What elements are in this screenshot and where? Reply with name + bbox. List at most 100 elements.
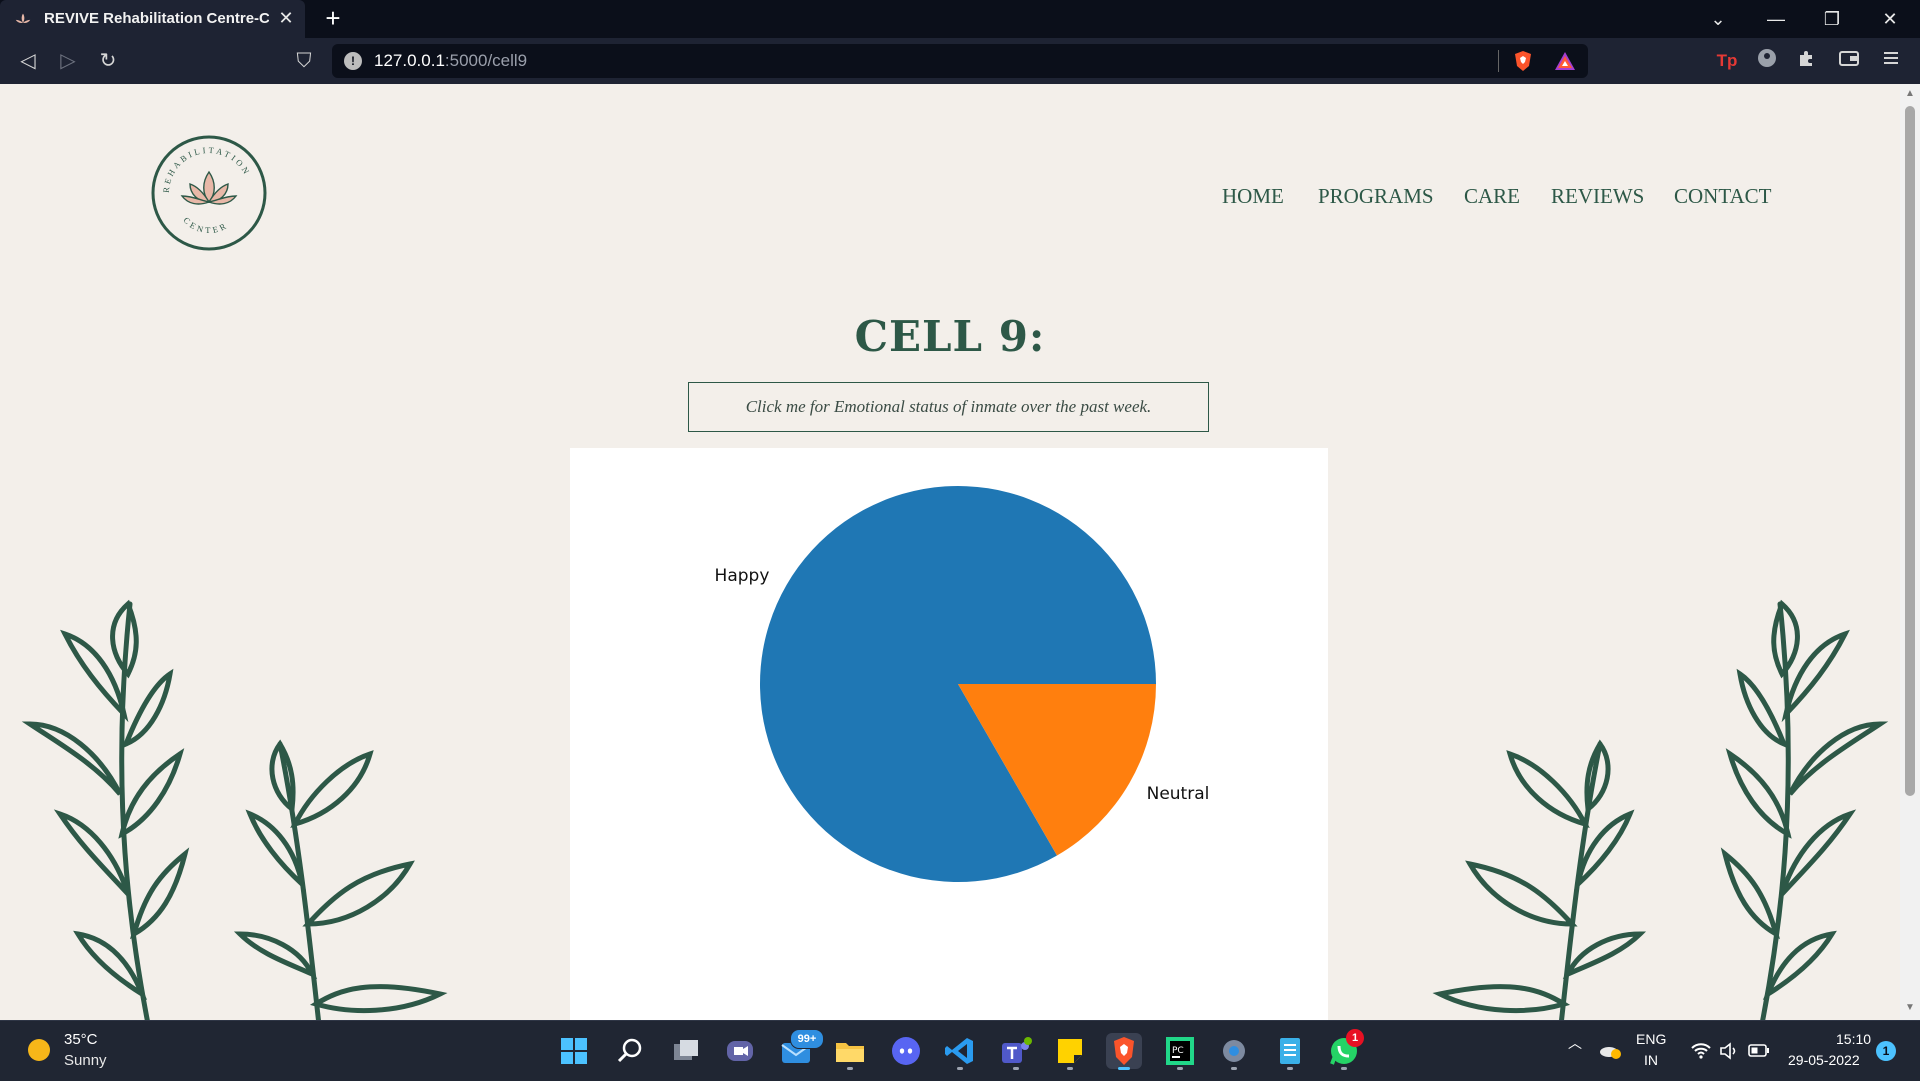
page-title: CELL 9: [854, 312, 1046, 361]
tab-title: REVIVE Rehabilitation Centre-CEL [44, 10, 269, 27]
search-button[interactable] [612, 1033, 648, 1069]
rehabilitation-center-logo[interactable]: REHABILITATION CENTER [150, 134, 268, 252]
back-icon[interactable]: ◁ [14, 48, 42, 74]
running-indicator [1067, 1067, 1073, 1070]
tab-search-icon[interactable]: ⌄ [1698, 6, 1738, 32]
sticky-notes-icon [1058, 1039, 1082, 1063]
nav-reviews[interactable]: REVIEWS [1551, 184, 1644, 209]
minimize-button[interactable]: — [1756, 6, 1796, 32]
clock-time[interactable]: 15:10 [1836, 1031, 1871, 1047]
page-scrollbar[interactable]: ▲ ▼ [1900, 84, 1920, 1020]
task-view-icon [674, 1040, 698, 1060]
teams-icon [1002, 1037, 1032, 1063]
close-window-button[interactable]: ✕ [1870, 6, 1910, 32]
running-indicator [1013, 1067, 1019, 1070]
teams-chat-button[interactable] [722, 1033, 758, 1069]
show-hidden-icons-chevron-icon[interactable]: ︿ [1568, 1033, 1582, 1053]
reload-icon[interactable]: ↻ [94, 48, 122, 74]
task-view-button[interactable] [668, 1033, 704, 1069]
pycharm-button[interactable]: PC [1162, 1033, 1198, 1070]
pie-label-happy: Happy [715, 566, 770, 586]
lotus-icon [180, 170, 238, 205]
weather-condition[interactable]: Sunny [64, 1052, 107, 1069]
teams-button[interactable] [998, 1033, 1034, 1070]
running-indicator [957, 1067, 963, 1070]
folder-icon [836, 1043, 864, 1062]
sun-weather-icon[interactable] [28, 1039, 50, 1061]
whatsapp-button[interactable]: 1 [1326, 1029, 1364, 1070]
running-indicator [1341, 1067, 1347, 1070]
clock-date[interactable]: 29-05-2022 [1788, 1052, 1860, 1068]
address-bar[interactable]: ! 127.0.0.1:5000/cell9 [332, 44, 1588, 78]
svg-text:CENTER: CENTER [181, 215, 230, 235]
notification-badge[interactable]: 1 [1876, 1041, 1896, 1061]
battery-icon[interactable] [1748, 1043, 1770, 1059]
pie-label-neutral: Neutral [1147, 784, 1210, 804]
vscode-icon [945, 1038, 973, 1064]
decorative-leaves-left [21, 599, 448, 1020]
nav-care[interactable]: CARE [1464, 184, 1520, 209]
brave-shields-icon[interactable] [1512, 50, 1534, 72]
discord-button[interactable] [888, 1033, 924, 1069]
running-indicator [1231, 1067, 1237, 1070]
nav-home[interactable]: HOME [1222, 184, 1284, 209]
nav-contact[interactable]: CONTACT [1674, 184, 1771, 209]
discord-icon [892, 1037, 920, 1065]
brave-icon [1114, 1037, 1134, 1065]
nav-programs[interactable]: PROGRAMS [1318, 184, 1434, 209]
forward-icon[interactable]: ▷ [54, 48, 82, 74]
browser-tab[interactable]: REVIVE Rehabilitation Centre-CEL ✕ [0, 0, 305, 38]
active-indicator [1118, 1067, 1130, 1070]
mail-app-button[interactable]: 99+ [778, 1029, 824, 1069]
onedrive-icon[interactable] [1598, 1041, 1622, 1061]
logo-ring-text-bottom: CENTER [181, 215, 227, 235]
tab-close-icon[interactable]: ✕ [276, 8, 296, 28]
url-path: :5000/cell9 [444, 51, 528, 70]
bookmark-icon[interactable]: ⛉ [290, 48, 318, 74]
restore-button[interactable]: ❐ [1812, 6, 1852, 32]
page-content: REHABILITATION CENTER HOME PROGRAMS CARE… [0, 84, 1900, 1020]
svg-text:PC: PC [1172, 1046, 1184, 1056]
whatsapp-badge: 1 [1346, 1029, 1364, 1047]
menu-icon[interactable] [1878, 48, 1904, 74]
browser-tab-strip: REVIVE Rehabilitation Centre-CEL ✕ + ⌄ —… [0, 0, 1920, 38]
extensions-puzzle-icon[interactable] [1794, 48, 1820, 74]
gear-icon [1223, 1040, 1245, 1062]
chat-icon [727, 1041, 753, 1061]
mail-badge: 99+ [790, 1029, 824, 1049]
vscode-button[interactable] [942, 1033, 978, 1070]
brave-rewards-icon[interactable] [1554, 51, 1576, 71]
scroll-up-arrow-icon[interactable]: ▲ [1904, 88, 1916, 100]
settings-button[interactable] [1216, 1033, 1252, 1070]
sticky-notes-button[interactable] [1052, 1033, 1088, 1070]
new-tab-button[interactable]: + [320, 5, 346, 32]
url-text[interactable]: 127.0.0.1:5000/cell9 [374, 51, 527, 71]
extension-circle-icon[interactable] [1754, 48, 1780, 74]
file-explorer-button[interactable] [832, 1033, 868, 1070]
brave-browser-button[interactable] [1106, 1033, 1142, 1070]
running-indicator [1287, 1067, 1293, 1070]
region-indicator[interactable]: IN [1644, 1052, 1658, 1068]
browser-toolbar: ◁ ▷ ↻ ⛉ ! 127.0.0.1:5000/cell9 Tp [0, 38, 1920, 85]
wallet-icon[interactable] [1836, 48, 1862, 74]
weather-temperature[interactable]: 35°C [64, 1031, 98, 1048]
notepad-button[interactable] [1272, 1033, 1308, 1070]
site-info-icon[interactable]: ! [344, 52, 362, 70]
emotional-status-pie-chart: Happy Neutral [715, 486, 1210, 883]
pycharm-icon: PC [1166, 1037, 1194, 1065]
language-indicator[interactable]: ENG [1636, 1031, 1666, 1047]
search-icon [617, 1038, 642, 1063]
decorative-leaves-right [1432, 599, 1889, 1020]
scroll-thumb[interactable] [1905, 106, 1915, 796]
tp-extension-icon[interactable]: Tp [1714, 48, 1740, 74]
running-indicator [847, 1067, 853, 1070]
url-host: 127.0.0.1 [374, 51, 445, 70]
chart-panel: Happy Neutral [570, 448, 1328, 1020]
start-button[interactable] [556, 1033, 592, 1069]
volume-icon[interactable] [1718, 1041, 1740, 1061]
wifi-icon[interactable] [1690, 1041, 1712, 1061]
scroll-down-arrow-icon[interactable]: ▼ [1904, 1002, 1916, 1014]
emotional-status-button[interactable]: Click me for Emotional status of inmate … [688, 382, 1209, 432]
windows-taskbar: 35°C Sunny 99+ PC 1 ︿ ENG IN 15:10 29-05… [0, 1020, 1920, 1081]
windows-logo-icon [561, 1038, 587, 1064]
